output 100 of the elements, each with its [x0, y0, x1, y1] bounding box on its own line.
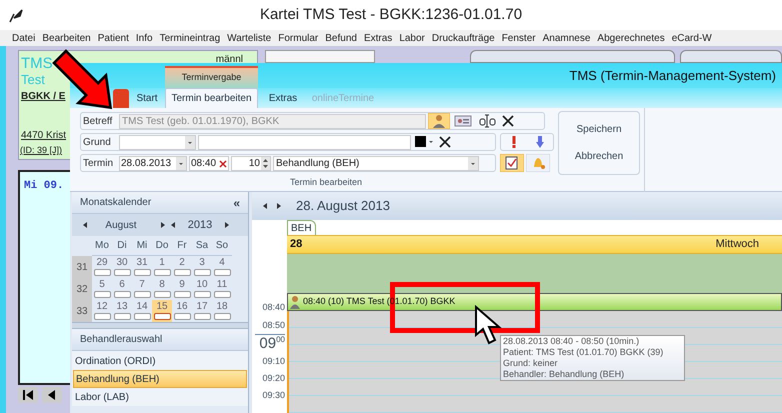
calendar-day[interactable]: 15 — [152, 300, 172, 322]
spinner-arrows-icon — [261, 156, 270, 170]
calendar-day[interactable]: 16 — [172, 300, 192, 322]
menu-item[interactable]: Info — [136, 30, 153, 46]
ribbon-tab[interactable]: Start — [129, 88, 165, 108]
calendar-day[interactable]: 5 — [92, 278, 112, 300]
id-card-icon — [452, 113, 474, 129]
menu-item[interactable]: Fenster — [502, 30, 536, 46]
down-arrow-icon — [535, 135, 545, 149]
field-label: Termin — [83, 156, 114, 170]
person-icon — [290, 295, 300, 309]
header-button[interactable] — [680, 50, 782, 63]
weekday-label: Mo — [92, 236, 112, 256]
menu-item[interactable]: Anamnese — [542, 30, 590, 46]
app-menu-button[interactable] — [113, 89, 129, 108]
calendar-day[interactable]: 1 — [152, 256, 172, 278]
previous-icon — [82, 221, 88, 229]
group-label: Termin bearbeiten — [290, 176, 362, 189]
ribbon-tab[interactable]: Termin bearbeiten — [165, 88, 258, 108]
calendar-day[interactable]: 12 — [92, 300, 112, 322]
week-number: 32 — [72, 278, 92, 300]
time-label: 09:10 — [262, 354, 285, 368]
menu-item[interactable]: Warteliste — [227, 30, 272, 46]
calendar-day[interactable]: 3 — [192, 256, 212, 278]
calendar-day[interactable]: 6 — [112, 278, 132, 300]
calendar-day[interactable]: 8 — [152, 278, 172, 300]
day-number: 28 — [290, 237, 302, 252]
field-label: Grund — [83, 136, 112, 150]
week-number: 33 — [72, 300, 92, 322]
duration-spinner[interactable]: 10 — [231, 156, 271, 170]
patient-first-name: Test — [21, 71, 45, 89]
calendar-day[interactable]: 9 — [172, 278, 192, 300]
splitter[interactable] — [72, 322, 248, 329]
action-button[interactable]: Speichern — [572, 122, 626, 137]
annotation-arrow-drawing — [50, 47, 114, 111]
calendar-day[interactable]: 7 — [132, 278, 152, 300]
menu-item[interactable]: Abgerechnetes — [597, 30, 665, 46]
insurance-text: BGKK / E — [21, 90, 66, 104]
header-button[interactable] — [470, 50, 675, 63]
date-picker[interactable]: 28.08.2013 — [119, 156, 187, 170]
calendar-day[interactable]: 18 — [212, 300, 232, 322]
calendar-day[interactable]: 31 — [132, 256, 152, 278]
collapse-button[interactable]: « — [233, 194, 240, 212]
reason-text-field[interactable] — [198, 134, 411, 150]
time-label: 09:20 — [262, 372, 285, 385]
ribbon-tab[interactable]: Extras — [258, 88, 308, 108]
resource-tab[interactable]: BEH — [287, 220, 316, 235]
calendar-day[interactable]: 13 — [112, 300, 132, 322]
tooltip-line: Grund: keiner — [503, 358, 559, 369]
panel-title: Monatskalender — [80, 196, 152, 210]
app-logo-icon — [8, 8, 24, 24]
reason-dropdown[interactable] — [119, 134, 196, 150]
menu-item[interactable]: Termineintrag — [160, 30, 220, 46]
menu-item[interactable]: Befund — [325, 30, 357, 46]
address-text: 4470 Krist — [21, 129, 66, 143]
date-title: 28. August 2013 — [296, 197, 390, 216]
window-title: TMS (Termin-Management-System) — [569, 66, 776, 85]
menu-item[interactable]: eCard-W — [672, 30, 712, 46]
time-field[interactable]: 08:40 — [189, 156, 229, 170]
hour-label: 09 — [259, 335, 276, 353]
calendar-day[interactable]: 11 — [212, 278, 232, 300]
calendar-day[interactable]: 29 — [92, 256, 112, 278]
calendar-day[interactable]: 30 — [112, 256, 132, 278]
menu-item[interactable]: Bearbeiten — [42, 30, 91, 46]
calendar-day[interactable]: 4 — [212, 256, 232, 278]
tooltip-line: Patient: TMS Test (01.01.70) BGKK (39) — [503, 347, 664, 358]
time-value: 08:40 — [191, 156, 216, 170]
weekday-label: Sa — [192, 236, 212, 256]
next-icon — [160, 221, 166, 229]
menu-item[interactable]: Druckaufträge — [432, 30, 495, 46]
menu-item[interactable]: Formular — [278, 30, 318, 46]
menu-item[interactable]: Datei — [12, 30, 36, 46]
menu-item[interactable]: Extras — [364, 30, 392, 46]
next-icon — [224, 221, 230, 229]
calendar-check-icon — [500, 154, 524, 172]
provider-item[interactable]: Labor (LAB) — [73, 388, 247, 406]
date-value: 28.08.2013 — [121, 156, 172, 170]
calendar-day[interactable]: 14 — [132, 300, 152, 322]
provider-item[interactable]: Ordination (ORDI) — [73, 352, 247, 370]
calendar-day[interactable]: 17 — [192, 300, 212, 322]
close-icon — [500, 113, 516, 129]
week-number: 31 — [72, 256, 92, 278]
next-icon — [276, 202, 282, 210]
previous-icon — [262, 202, 268, 210]
field-label: Betreff — [83, 114, 114, 128]
action-button[interactable]: Abbrechen — [570, 149, 628, 164]
patient-id: (ID: 39 [J]) — [20, 144, 62, 157]
menu-item[interactable]: Patient — [98, 30, 129, 46]
menu-item[interactable]: Labor — [399, 30, 425, 46]
weekday-label: Fr — [172, 236, 192, 256]
month-label: August — [104, 218, 138, 232]
provider-dropdown[interactable]: Behandlung (BEH) — [273, 156, 479, 170]
calendar-day[interactable]: 2 — [172, 256, 192, 278]
person-icon — [428, 113, 450, 129]
weekday-label: So — [212, 236, 232, 256]
calendar-day[interactable]: 10 — [192, 278, 212, 300]
first-page-icon — [18, 387, 38, 403]
patient-name: TMS — [21, 54, 53, 74]
provider-item[interactable]: Behandlung (BEH) — [73, 370, 247, 388]
weekday-label: Mi — [132, 236, 152, 256]
